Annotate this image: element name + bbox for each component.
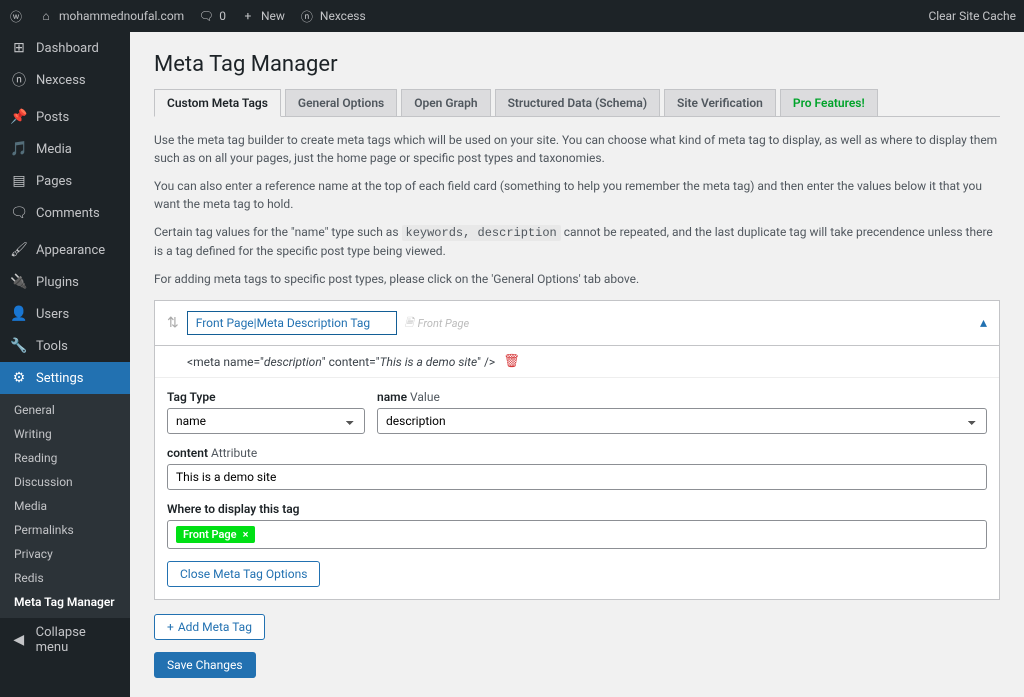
menu-media[interactable]: 🎵Media	[0, 133, 130, 165]
reference-name-input[interactable]	[187, 311, 397, 335]
submenu-writing[interactable]: Writing	[0, 422, 130, 446]
delete-icon[interactable]: 🗑	[503, 354, 520, 369]
meta-tag-card: ⇅ 🗎Front Page ▴ <meta name="description"…	[154, 300, 1000, 600]
tab-site-verification[interactable]: Site Verification	[664, 89, 776, 117]
menu-dashboard[interactable]: ⊞Dashboard	[0, 32, 130, 64]
submenu-permalinks[interactable]: Permalinks	[0, 518, 130, 542]
comments-icon: 🗨	[10, 204, 28, 222]
menu-settings[interactable]: ⚙Settings	[0, 362, 130, 394]
description-3: Certain tag values for the "name" type s…	[154, 223, 1000, 260]
add-meta-tag-button[interactable]: +Add Meta Tag	[154, 614, 265, 640]
new-content-link[interactable]: +New	[240, 8, 285, 24]
tab-general-options[interactable]: General Options	[285, 89, 397, 117]
description-4: For adding meta tags to specific post ty…	[154, 270, 1000, 288]
menu-pages[interactable]: ▤Pages	[0, 165, 130, 197]
close-options-button[interactable]: Close Meta Tag Options	[167, 561, 320, 587]
collapse-icon: ◀	[10, 631, 28, 649]
content-input[interactable]	[167, 464, 987, 490]
plug-icon: 🔌	[10, 273, 28, 291]
tab-structured-data[interactable]: Structured Data (Schema)	[495, 89, 660, 117]
menu-plugins[interactable]: 🔌Plugins	[0, 266, 130, 298]
tab-custom-meta-tags[interactable]: Custom Meta Tags	[154, 89, 281, 117]
submenu-redis[interactable]: Redis	[0, 566, 130, 590]
menu-users[interactable]: 👤Users	[0, 298, 130, 330]
gear-icon: ⚙	[10, 369, 28, 387]
content-attribute-label: content Attribute	[167, 446, 987, 460]
comment-icon: 🗨	[198, 8, 214, 24]
wrench-icon: 🔧	[10, 337, 28, 355]
pin-icon: 📌	[10, 108, 28, 126]
save-changes-button[interactable]: Save Changes	[154, 652, 256, 678]
main-content: Meta Tag Manager Custom Meta Tags Genera…	[130, 32, 1024, 697]
menu-tools[interactable]: 🔧Tools	[0, 330, 130, 362]
submenu-general[interactable]: General	[0, 398, 130, 422]
location-chip: Front Page×	[176, 526, 255, 543]
description-2: You can also enter a reference name at t…	[154, 177, 1000, 213]
page-icon: 🗎	[405, 314, 414, 333]
tab-open-graph[interactable]: Open Graph	[401, 89, 490, 117]
menu-posts[interactable]: 📌Posts	[0, 101, 130, 133]
site-name-link[interactable]: ⌂mohammednoufal.com	[38, 8, 184, 24]
collapse-card-icon[interactable]: ▴	[980, 315, 987, 331]
description-1: Use the meta tag builder to create meta …	[154, 131, 1000, 167]
clear-cache-link[interactable]: Clear Site Cache	[928, 9, 1016, 23]
name-value-label: name Value	[377, 390, 987, 404]
context-hint: 🗎Front Page	[405, 314, 469, 333]
plus-icon: +	[240, 8, 256, 24]
settings-submenu: General Writing Reading Discussion Media…	[0, 394, 130, 618]
collapse-menu[interactable]: ◀Collapse menu	[0, 618, 130, 662]
nexcess-link[interactable]: ⓝNexcess	[299, 8, 366, 24]
admin-sidebar: ⊞Dashboard ⓝNexcess 📌Posts 🎵Media ▤Pages…	[0, 32, 130, 697]
nexcess-icon: ⓝ	[10, 71, 28, 89]
menu-nexcess[interactable]: ⓝNexcess	[0, 64, 130, 96]
wp-logo[interactable]: ⓦ	[8, 8, 24, 24]
tag-type-select[interactable]: name	[167, 408, 365, 434]
submenu-discussion[interactable]: Discussion	[0, 470, 130, 494]
menu-appearance[interactable]: 🖌Appearance	[0, 234, 130, 266]
where-display-label: Where to display this tag	[167, 502, 987, 516]
page-title: Meta Tag Manager	[154, 52, 1000, 77]
tab-pro-features[interactable]: Pro Features!	[780, 89, 878, 117]
pages-icon: ▤	[10, 172, 28, 190]
submenu-reading[interactable]: Reading	[0, 446, 130, 470]
submenu-meta-tag-manager[interactable]: Meta Tag Manager	[0, 590, 130, 614]
where-display-input[interactable]: Front Page×	[167, 520, 987, 549]
media-icon: 🎵	[10, 140, 28, 158]
menu-comments[interactable]: 🗨Comments	[0, 197, 130, 229]
name-value-select[interactable]: description	[377, 408, 987, 434]
home-icon: ⌂	[38, 8, 54, 24]
tag-type-label: Tag Type	[167, 390, 365, 404]
submenu-media[interactable]: Media	[0, 494, 130, 518]
meta-preview: <meta name="description" content="This i…	[155, 346, 999, 378]
remove-chip-icon[interactable]: ×	[243, 528, 249, 541]
plus-icon: +	[167, 620, 174, 634]
dashboard-icon: ⊞	[10, 39, 28, 57]
brush-icon: 🖌	[10, 241, 28, 259]
drag-handle-icon[interactable]: ⇅	[167, 315, 179, 331]
submenu-privacy[interactable]: Privacy	[0, 542, 130, 566]
comments-link[interactable]: 🗨0	[198, 8, 226, 24]
user-icon: 👤	[10, 305, 28, 323]
tab-nav: Custom Meta Tags General Options Open Gr…	[154, 89, 1000, 117]
card-header: ⇅ 🗎Front Page ▴	[155, 301, 999, 346]
nexcess-icon: ⓝ	[299, 8, 315, 24]
admin-bar: ⓦ ⌂mohammednoufal.com 🗨0 +New ⓝNexcess C…	[0, 0, 1024, 32]
